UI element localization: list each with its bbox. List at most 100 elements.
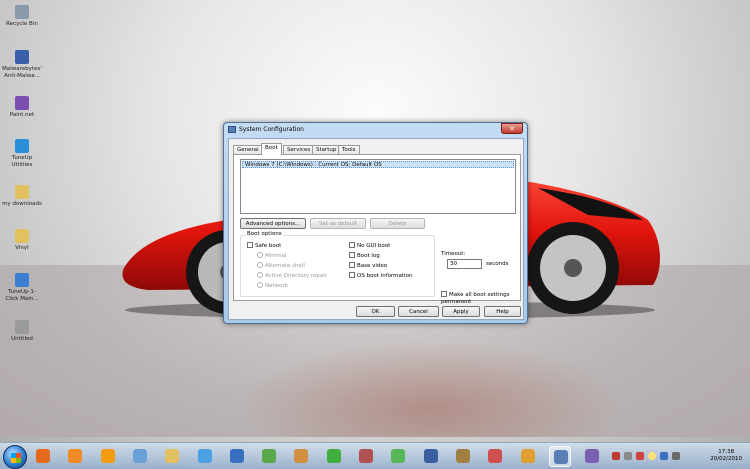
- make-permanent-label: Make all boot settings permanent: [441, 292, 510, 305]
- clock[interactable]: 17:38 20/02/2010: [710, 449, 742, 463]
- desktop-icon-recycle-bin[interactable]: Recycle Bin: [2, 5, 42, 28]
- boot-panel: Windows 7 (C:\Windows) : Current OS; Def…: [233, 154, 521, 305]
- checkbox-box: [349, 272, 355, 278]
- make-permanent-checkbox[interactable]: Make all boot settings permanent: [441, 291, 519, 306]
- taskbar-button-firefox[interactable]: [32, 446, 54, 467]
- desktop-icon-label: Untitled: [11, 336, 33, 342]
- tray-app-icon[interactable]: [612, 452, 620, 460]
- desktop-icon-label: TuneUp Utilities: [11, 155, 33, 168]
- desktop-icon-tuneup-utilities[interactable]: TuneUp Utilities: [2, 139, 42, 168]
- desktop-icon-my-downloads[interactable]: my downloads: [2, 185, 42, 208]
- desktop-icon-paint-net[interactable]: Paint.net: [2, 96, 42, 119]
- os-list[interactable]: Windows 7 (C:\Windows) : Current OS; Def…: [240, 159, 516, 214]
- radio-dot: [257, 252, 263, 258]
- folder-icon: [15, 185, 29, 199]
- timeout-input[interactable]: 30: [447, 259, 482, 269]
- malwarebytes-icon: [15, 50, 29, 64]
- taskbar-button-folder[interactable]: [161, 446, 183, 467]
- windows-logo-icon: [11, 453, 21, 463]
- vlc-icon: [100, 449, 115, 463]
- boot-options-group: Boot options Safe boot Minimal Alternate…: [240, 231, 435, 297]
- tab-boot[interactable]: Boot: [261, 143, 282, 155]
- tray-action-center-icon[interactable]: [648, 452, 656, 460]
- dialog-body: General Boot Services Startup Tools Wind…: [228, 138, 524, 320]
- tuneup-icon: [15, 139, 29, 153]
- os-boot-information-checkbox[interactable]: OS boot information: [349, 272, 412, 280]
- recycle-bin-icon: [15, 5, 29, 19]
- taskbar-button-media-player[interactable]: [64, 446, 86, 467]
- taskbar-button-photo[interactable]: [290, 446, 312, 467]
- no-gui-boot-label: No GUI boot: [357, 243, 391, 249]
- chat-icon: [520, 449, 535, 463]
- checkbox-box: [349, 262, 355, 268]
- sims-icon: [391, 449, 406, 463]
- boot-log-label: Boot log: [357, 253, 380, 259]
- taskbar-button-messenger[interactable]: [258, 446, 280, 467]
- close-button[interactable]: ✕: [501, 123, 523, 134]
- taskbar-button-network[interactable]: [129, 446, 151, 467]
- desktop-icon-label: TuneUp 1-Click Main...: [5, 289, 39, 302]
- system-tray: 17:38 20/02/2010: [608, 445, 750, 469]
- safe-boot-checkbox[interactable]: Safe boot: [247, 242, 281, 250]
- advanced-options-button[interactable]: Advanced options...: [240, 218, 306, 229]
- cancel-button[interactable]: Cancel: [398, 306, 439, 317]
- taskbar-button-vlc[interactable]: [97, 446, 119, 467]
- tray-app-icon[interactable]: [624, 452, 632, 460]
- desktop-icon-malwarebytes[interactable]: Malwarebytes' Anti-Malwa...: [2, 50, 42, 79]
- safe-boot-label: Safe boot: [255, 243, 282, 249]
- desktop-icon-label: Malwarebytes' Anti-Malwa...: [2, 66, 42, 79]
- app-icon: [359, 449, 373, 463]
- os-list-item[interactable]: Windows 7 (C:\Windows) : Current OS; Def…: [242, 161, 514, 168]
- ok-button[interactable]: OK: [356, 306, 395, 317]
- taskbar-button-paint[interactable]: [581, 446, 603, 467]
- network-radio[interactable]: Network: [257, 282, 288, 290]
- help-button[interactable]: Help: [484, 306, 521, 317]
- taskbar-button-app[interactable]: [355, 446, 377, 467]
- checkbox-box: [247, 242, 253, 248]
- photo-icon: [294, 449, 309, 463]
- base-video-label: Base video: [357, 263, 388, 269]
- alternate-shell-radio[interactable]: Alternate shell: [257, 262, 305, 270]
- radio-dot: [257, 262, 263, 268]
- taskbar-button-image[interactable]: [194, 446, 216, 467]
- base-video-checkbox[interactable]: Base video: [349, 262, 387, 270]
- set-as-default-button[interactable]: Set as default: [310, 218, 366, 229]
- apply-button[interactable]: Apply: [442, 306, 480, 317]
- start-button[interactable]: [3, 445, 27, 469]
- taskbar-button-sims[interactable]: [387, 446, 409, 467]
- taskbar-button-chat[interactable]: [517, 446, 539, 467]
- image-icon: [197, 449, 212, 463]
- desktop-icon-tuneup-1-click[interactable]: TuneUp 1-Click Main...: [2, 273, 42, 302]
- taskbar-button-game2[interactable]: [452, 446, 474, 467]
- minimal-radio[interactable]: Minimal: [257, 252, 287, 260]
- firefox-icon: [36, 449, 50, 463]
- checkbox-box: [349, 242, 355, 248]
- clock-date: 20/02/2010: [710, 456, 742, 462]
- shield-icon: [423, 449, 438, 463]
- desktop-icon-untitled[interactable]: Untitled: [2, 320, 42, 343]
- active-directory-repair-radio[interactable]: Active Directory repair: [257, 272, 327, 280]
- taskbar-button-shield[interactable]: [420, 446, 442, 467]
- wallpaper-flames: [240, 340, 620, 437]
- paint-icon: [585, 449, 600, 463]
- taskbar-button-mail[interactable]: [484, 446, 506, 467]
- tray-antivirus-icon[interactable]: [636, 452, 644, 460]
- dialog-title: System Configuration: [239, 126, 304, 133]
- system-configuration-dialog: System Configuration ✕ General Boot Serv…: [223, 122, 528, 324]
- timeout-label: Timeout:: [441, 251, 466, 257]
- minimal-label: Minimal: [265, 253, 287, 259]
- no-gui-boot-checkbox[interactable]: No GUI boot: [349, 242, 390, 250]
- tray-network-icon[interactable]: [660, 452, 668, 460]
- radio-dot: [257, 282, 263, 288]
- delete-button[interactable]: Delete: [370, 218, 425, 229]
- tray-volume-icon[interactable]: [672, 452, 680, 460]
- taskbar-button-game[interactable]: [226, 446, 248, 467]
- boot-log-checkbox[interactable]: Boot log: [349, 252, 380, 260]
- network-icon: [132, 449, 147, 463]
- taskbar: 17:38 20/02/2010: [0, 442, 750, 469]
- taskbar-button-system-config[interactable]: [548, 446, 571, 467]
- clock-time: 17:38: [718, 449, 735, 455]
- taskbar-button-check[interactable]: [323, 446, 345, 467]
- desktop-icon-label: Vinyl: [15, 245, 29, 251]
- desktop-icon-vinyl[interactable]: Vinyl: [2, 229, 42, 252]
